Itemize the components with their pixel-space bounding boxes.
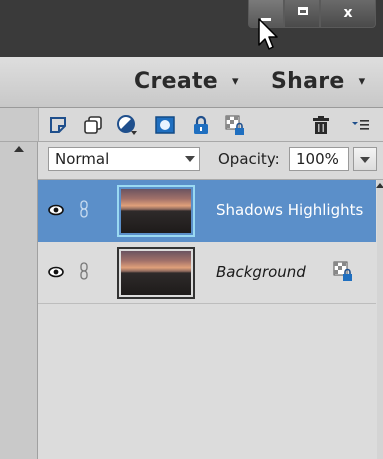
layer-row[interactable]: Background <box>38 242 376 304</box>
chevron-down-icon <box>185 156 195 162</box>
collapse-arrow-icon[interactable] <box>14 146 24 152</box>
share-menu[interactable]: Share ▾ <box>271 69 365 94</box>
link-icon[interactable] <box>79 200 89 218</box>
layers-toolbar <box>0 108 383 142</box>
link-icon[interactable] <box>79 262 89 280</box>
scroll-up-icon[interactable] <box>376 183 383 188</box>
maximize-button[interactable] <box>284 0 320 28</box>
layer-thumbnail[interactable] <box>117 247 195 299</box>
title-bar: x <box>0 0 383 57</box>
layers-list: Shadows Highlights Background <box>38 180 383 459</box>
panel-gutter <box>0 142 38 459</box>
create-label: Create <box>134 69 218 94</box>
blend-mode-select[interactable]: Normal <box>48 147 200 171</box>
opacity-dropdown-button[interactable] <box>353 147 377 171</box>
lock-transparency-icon[interactable] <box>224 114 246 136</box>
layer-row-selected[interactable]: Shadows Highlights <box>38 180 376 242</box>
close-button[interactable]: x <box>320 0 376 28</box>
delete-layer-icon[interactable] <box>310 114 332 136</box>
lock-transparency-icon <box>333 261 352 281</box>
panel-menu-icon[interactable] <box>350 114 372 136</box>
close-icon: x <box>343 5 353 21</box>
panel-grip <box>0 108 39 141</box>
opacity-label: Opacity: <box>218 150 280 168</box>
layer-thumbnail[interactable] <box>117 185 195 237</box>
chevron-down-icon: ▾ <box>358 74 366 89</box>
opacity-value: 100% <box>296 150 339 168</box>
scrollbar[interactable] <box>376 180 383 459</box>
visibility-eye-icon[interactable] <box>48 204 64 216</box>
mouse-cursor-icon <box>258 18 278 50</box>
visibility-eye-icon[interactable] <box>48 266 64 278</box>
new-group-icon[interactable] <box>82 114 104 136</box>
adjustment-layer-icon[interactable] <box>116 114 138 136</box>
maximize-icon <box>298 7 308 15</box>
lock-all-icon[interactable] <box>190 114 212 136</box>
layer-name[interactable]: Shadows Highlights <box>216 201 363 219</box>
blend-mode-value: Normal <box>55 150 110 168</box>
new-layer-icon[interactable] <box>48 114 70 136</box>
opacity-input[interactable]: 100% <box>289 147 349 171</box>
share-label: Share <box>271 69 345 94</box>
mode-bar: Create ▾ Share ▾ <box>0 57 383 108</box>
chevron-down-icon <box>360 157 370 163</box>
chevron-down-icon: ▾ <box>232 74 239 89</box>
layer-mask-icon[interactable] <box>154 114 176 136</box>
blend-options-row: Normal Opacity: 100% <box>38 142 383 180</box>
layer-name[interactable]: Background <box>216 263 306 281</box>
create-menu[interactable]: Create ▾ <box>134 69 239 94</box>
